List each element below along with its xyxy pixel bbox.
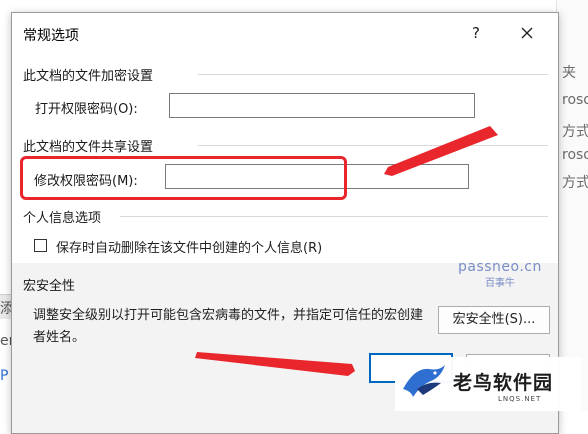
watermark-subtext: 百事牛 xyxy=(484,278,515,289)
background-text: roso xyxy=(562,92,588,108)
background-text: 方式 xyxy=(562,175,588,191)
background-text: P xyxy=(0,368,9,384)
open-password-label: 打开权限密码(O): xyxy=(35,102,138,117)
macro-security-description: 调整安全级别以打开可能包含宏病毒的文件，并指定可信任的宏创建者姓名。 xyxy=(33,308,424,345)
logo-name: 老鸟软件园 xyxy=(453,372,554,394)
background-text: 方式 xyxy=(562,124,588,140)
dialog-title: 常规选项 xyxy=(23,28,79,44)
logo-url: LNQS.NET xyxy=(498,395,542,403)
background-text: roso xyxy=(562,147,588,163)
remove-personal-info-checkbox[interactable] xyxy=(34,239,47,252)
site-logo: 老鸟软件园 LNQS.NET xyxy=(395,357,581,411)
bird-logo-icon xyxy=(403,365,445,397)
background-text: 夹 xyxy=(562,65,576,81)
encryption-section-header: 此文档的文件加密设置 xyxy=(23,69,154,84)
dialog-titlebar[interactable]: 常规选项 ? xyxy=(12,13,558,51)
remove-personal-info-label[interactable]: 保存时自动删除在该文件中创建的个人信息(R) xyxy=(56,237,322,256)
section-divider xyxy=(198,145,548,146)
section-divider xyxy=(198,74,548,75)
section-divider xyxy=(120,216,548,217)
watermark: passneo.cn 百事牛 xyxy=(458,259,542,289)
help-button[interactable]: ? xyxy=(464,21,488,45)
annotation-highlight-box xyxy=(20,156,347,200)
open-password-input[interactable] xyxy=(169,93,475,118)
macro-section-header: 宏安全性 xyxy=(23,279,76,294)
watermark-text: passneo.cn xyxy=(458,259,542,275)
privacy-section-header: 个人信息选项 xyxy=(23,211,102,226)
sharing-section-header: 此文档的文件共享设置 xyxy=(23,140,154,155)
macro-security-button[interactable]: 宏安全性(S)... xyxy=(438,306,550,334)
close-icon xyxy=(521,27,533,39)
close-button[interactable] xyxy=(513,21,541,45)
